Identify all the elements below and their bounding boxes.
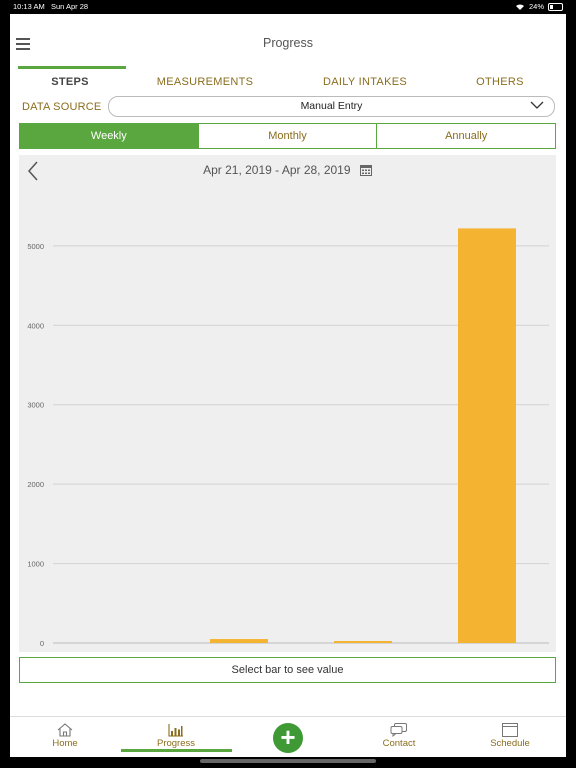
wifi-icon <box>515 4 524 10</box>
progress-chart-icon <box>168 724 183 737</box>
steps-chart: 0 1000 2000 3000 4000 5000 Apr 21, 2019 - Apr… <box>19 155 556 652</box>
data-source-select[interactable]: Manual Entry <box>108 96 555 117</box>
home-indicator <box>200 759 376 763</box>
status-bar: 10:13 AM Sun Apr 28 24% <box>0 0 576 14</box>
active-tab-indicator <box>18 66 126 69</box>
app-window: Progress STEPS MEASUREMENTS DAILY INTAKE… <box>10 14 566 757</box>
battery-icon <box>548 2 563 11</box>
nav-progress[interactable]: Progress <box>136 723 216 749</box>
period-monthly[interactable]: Monthly <box>198 123 378 149</box>
status-time: 10:13 AM Sun Apr 28 <box>13 2 89 11</box>
chart-bar[interactable] <box>334 641 392 643</box>
y-tick-label: 1000 <box>27 560 44 569</box>
nav-home[interactable]: Home <box>25 723 105 749</box>
date-range-text: Apr 21, 2019 - Apr 28, 2019 <box>203 163 351 177</box>
tab-daily-intakes[interactable]: DAILY INTAKES <box>310 76 420 88</box>
y-tick-label: 2000 <box>27 480 44 489</box>
add-button[interactable]: + <box>273 723 303 753</box>
y-tick-label: 0 <box>40 639 44 648</box>
data-source-value: Manual Entry <box>300 100 363 112</box>
chat-icon <box>390 723 407 737</box>
y-tick-label: 3000 <box>27 401 44 410</box>
page-title: Progress <box>262 36 314 50</box>
chart-plot: 0 1000 2000 3000 4000 5000 <box>27 228 549 648</box>
period-annually[interactable]: Annually <box>377 123 557 149</box>
tab-bar: STEPS MEASUREMENTS DAILY INTAKES OTHERS <box>10 66 566 98</box>
chart-bar[interactable] <box>458 228 516 643</box>
tab-steps[interactable]: STEPS <box>30 76 110 88</box>
tab-others[interactable]: OTHERS <box>460 76 540 88</box>
date-range: Apr 21, 2019 - Apr 28, 2019 <box>19 163 556 177</box>
active-nav-indicator <box>121 749 232 752</box>
data-source-label: DATA SOURCE <box>22 101 102 113</box>
nav-contact[interactable]: Contact <box>359 723 439 749</box>
schedule-icon <box>502 723 518 737</box>
nav-schedule[interactable]: Schedule <box>470 723 550 749</box>
y-tick-label: 5000 <box>27 242 44 251</box>
period-selector: Weekly Monthly Annually <box>19 123 557 149</box>
chevron-down-icon <box>530 101 544 109</box>
chart-bar[interactable] <box>210 639 268 643</box>
bottom-nav: Home Progress + Contact Schedule <box>10 716 566 757</box>
home-icon <box>57 723 73 737</box>
tab-measurements[interactable]: MEASUREMENTS <box>150 76 260 88</box>
y-tick-label: 4000 <box>27 321 44 330</box>
battery-percent: 24% <box>528 2 544 11</box>
plus-icon: + <box>280 722 296 752</box>
calendar-icon[interactable] <box>359 164 372 176</box>
period-weekly[interactable]: Weekly <box>19 123 199 149</box>
select-bar-hint[interactable]: Select bar to see value <box>19 657 556 683</box>
status-right: 24% <box>515 2 563 11</box>
